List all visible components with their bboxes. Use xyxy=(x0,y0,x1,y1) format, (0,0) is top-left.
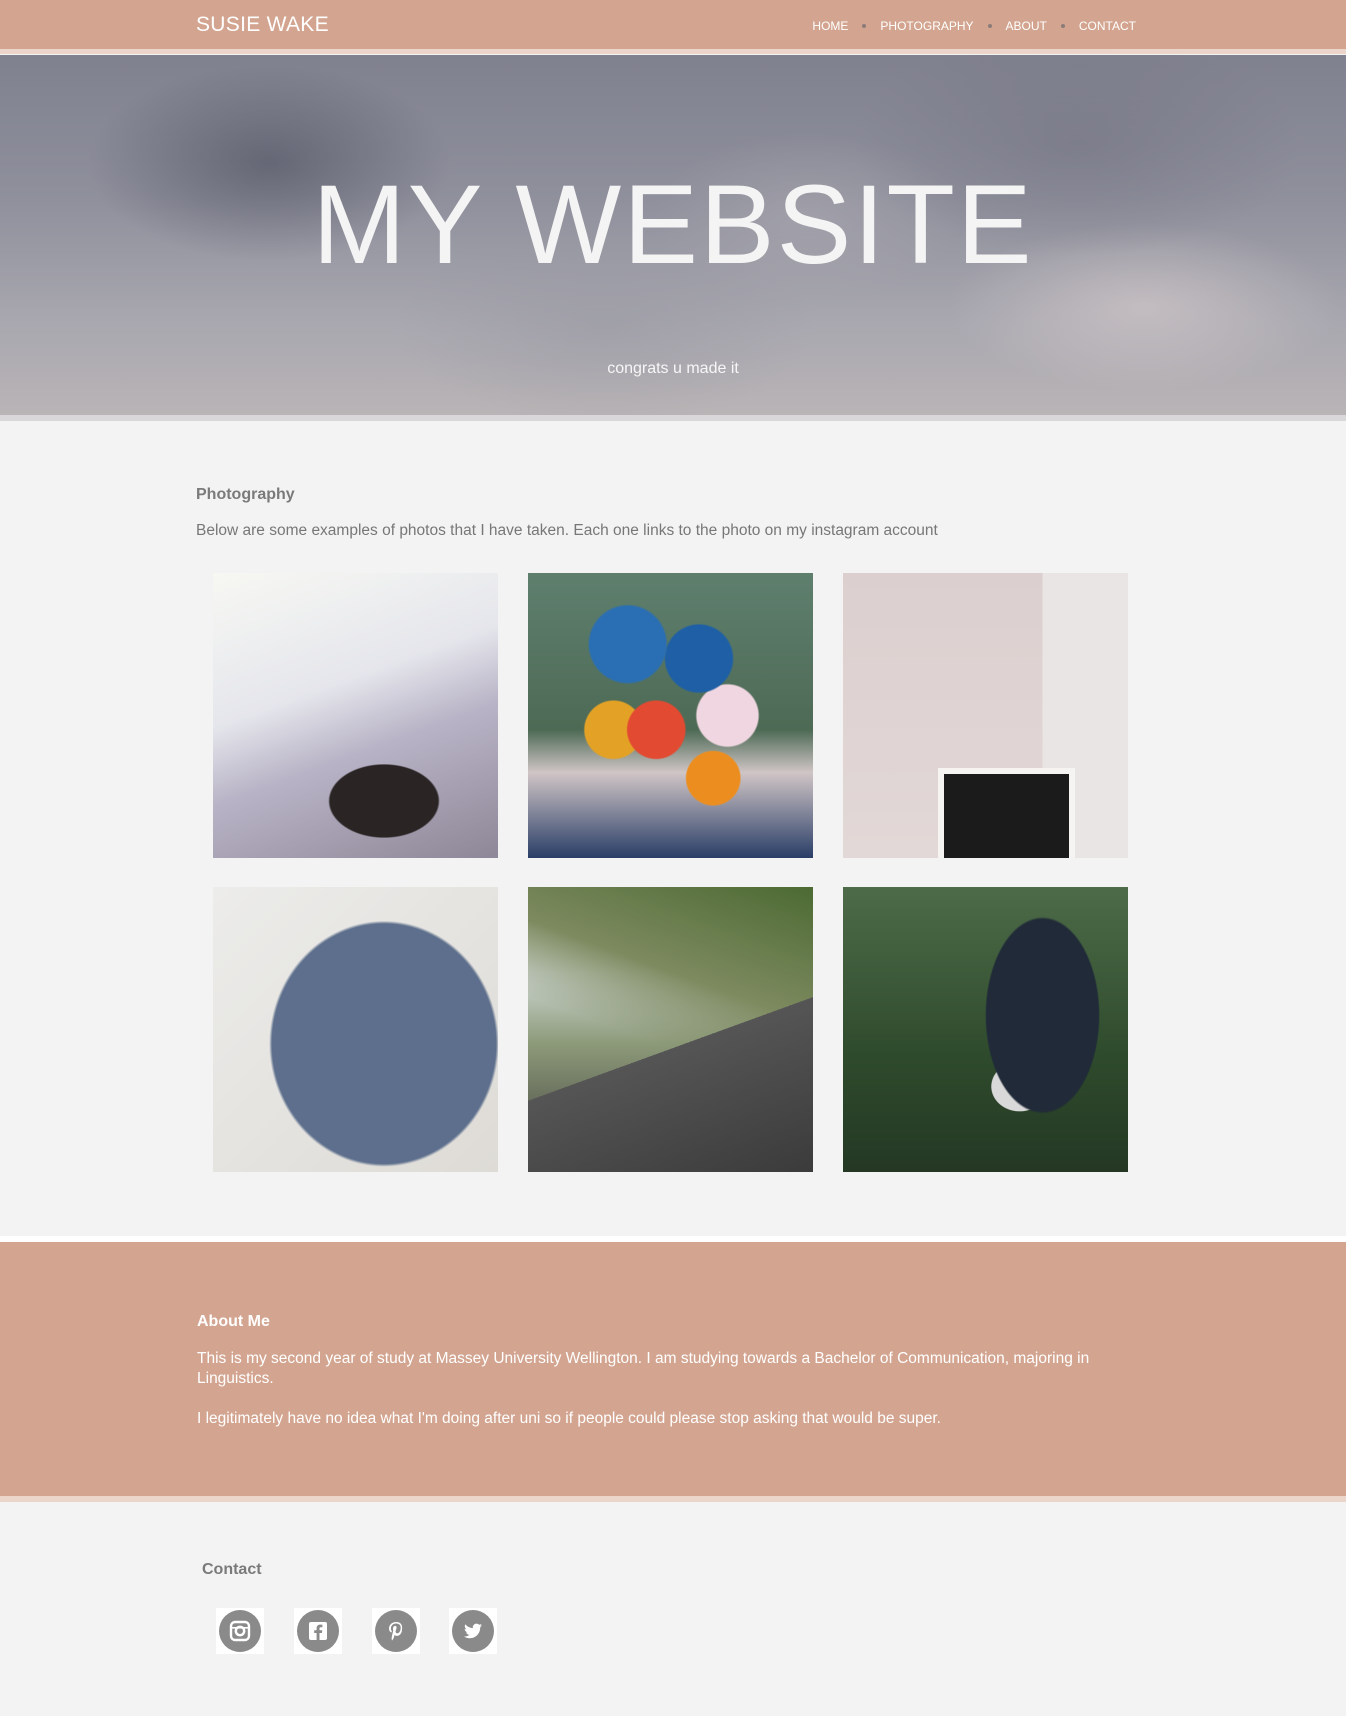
instagram-icon xyxy=(219,1610,261,1652)
navbar: SUSIE WAKE HOME PHOTOGRAPHY ABOUT CONTAC… xyxy=(0,0,1346,54)
photo-strawberry-picking[interactable] xyxy=(843,887,1128,1172)
contact-heading: Contact xyxy=(202,1561,262,1578)
photo-road[interactable] xyxy=(528,887,813,1172)
picture-frame xyxy=(938,768,1075,858)
nav-menu: HOME PHOTOGRAPHY ABOUT CONTACT xyxy=(812,19,1136,33)
hero-banner: MY WEBSITE congrats u made it xyxy=(0,55,1346,421)
nav-separator xyxy=(862,24,867,28)
about-paragraph-1: This is my second year of study at Masse… xyxy=(197,1350,1090,1387)
instagram-link[interactable] xyxy=(216,1608,264,1654)
hero-title: MY WEBSITE xyxy=(312,162,1034,287)
about-heading: About Me xyxy=(197,1313,270,1330)
nav-contact[interactable]: CONTACT xyxy=(1079,19,1136,33)
hero-subtitle: congrats u made it xyxy=(607,360,739,377)
photography-description: Below are some examples of photos that I… xyxy=(196,522,938,539)
twitter-icon xyxy=(452,1610,494,1652)
nav-separator xyxy=(987,24,992,28)
photo-jeans[interactable] xyxy=(213,887,498,1172)
pinterest-link[interactable] xyxy=(372,1608,420,1654)
site-brand[interactable]: SUSIE WAKE xyxy=(196,13,329,37)
about-paragraph-2: I legitimately have no idea what I'm doi… xyxy=(197,1410,941,1427)
photo-be-still-frame[interactable] xyxy=(843,573,1128,858)
nav-home[interactable]: HOME xyxy=(812,19,848,33)
twitter-link[interactable] xyxy=(449,1608,497,1654)
pinterest-icon xyxy=(375,1610,417,1652)
facebook-link[interactable] xyxy=(294,1608,342,1654)
about-section: About Me This is my second year of study… xyxy=(0,1236,1346,1502)
nav-about[interactable]: ABOUT xyxy=(1006,19,1047,33)
nav-separator xyxy=(1060,24,1065,28)
photo-balloons[interactable] xyxy=(528,573,813,858)
facebook-icon xyxy=(297,1610,339,1652)
nav-photography[interactable]: PHOTOGRAPHY xyxy=(880,19,973,33)
photography-heading: Photography xyxy=(196,486,295,503)
photo-dog-on-bed[interactable] xyxy=(213,573,498,858)
